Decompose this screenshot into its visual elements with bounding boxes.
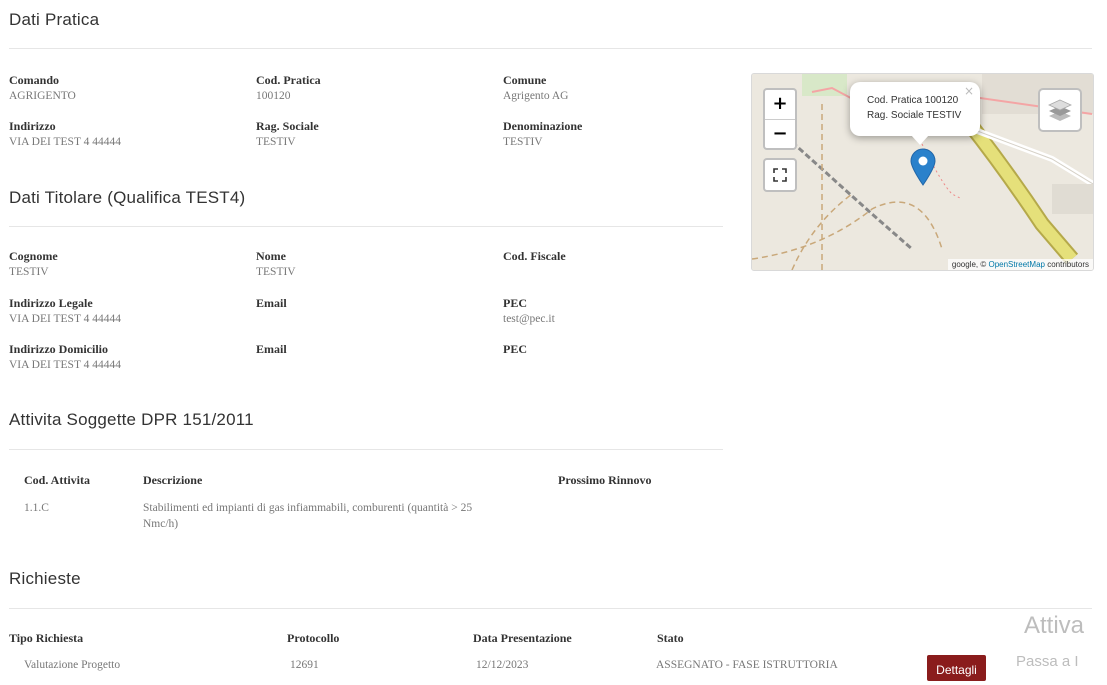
section-title-richieste: Richieste: [9, 569, 81, 588]
map-popup: × Cod. Pratica 100120 Rag. Sociale TESTI…: [850, 82, 980, 136]
layers-button[interactable]: [1038, 88, 1082, 132]
field-label: Indirizzo Legale: [9, 296, 93, 310]
field-label: Rag. Sociale: [256, 119, 319, 133]
column-header: Tipo Richiesta: [9, 631, 84, 645]
field-label: Cod. Pratica: [256, 73, 321, 87]
field-value: VIA DEI TEST 4 44444: [9, 359, 122, 371]
field-label: PEC: [503, 296, 527, 310]
section-title-dati-pratica: Dati Pratica: [9, 10, 100, 29]
field-value: test@pec.it: [503, 313, 555, 325]
popup-tip: [911, 135, 929, 145]
divider: [9, 449, 723, 450]
field-value: 100120: [256, 90, 291, 102]
field-value: Agrigento AG: [503, 90, 569, 102]
section-title-dati-titolare: Dati Titolare (Qualifica TEST4): [9, 188, 246, 207]
divider: [9, 608, 1092, 609]
cell-protocollo: 12691: [290, 659, 319, 671]
osm-link[interactable]: OpenStreetMap: [988, 260, 1044, 269]
field-label: Comando: [9, 73, 60, 87]
field-label: Cognome: [9, 249, 58, 263]
field-label: Nome: [256, 249, 286, 263]
field-value: VIA DEI TEST 4 44444: [9, 313, 122, 325]
field-label: Indirizzo Domicilio: [9, 342, 108, 356]
section-title-attivita: Attivita Soggette DPR 151/2011: [9, 410, 254, 429]
column-header: Stato: [657, 631, 684, 645]
divider: [9, 48, 1092, 49]
descrizione-line: Nmc/h): [143, 518, 179, 530]
field-label: Email: [256, 296, 287, 310]
column-header: Data Presentazione: [473, 631, 572, 645]
field-indirizzo-legale: Indirizzo Legale VIA DEI TEST 4 44444: [9, 296, 239, 327]
field-comune: Comune Agrigento AG: [503, 73, 733, 104]
zoom-in-button[interactable]: +: [765, 90, 795, 119]
fullscreen-button[interactable]: [763, 158, 797, 192]
column-header: Cod. Attivita: [24, 473, 90, 487]
field-label: PEC: [503, 342, 527, 356]
fullscreen-icon: [773, 168, 787, 182]
column-header: Prossimo Rinnovo: [558, 473, 652, 487]
field-value: TESTIV: [9, 266, 49, 278]
cell-cod-attivita: 1.1.C: [24, 502, 49, 514]
column-header: Protocollo: [287, 631, 340, 645]
field-pec: PEC test@pec.it: [503, 296, 733, 327]
field-value: TESTIV: [256, 266, 296, 278]
map-attribution: google, © OpenStreetMap contributors: [947, 259, 1093, 270]
cell-tipo-richiesta: Valutazione Progetto: [24, 659, 121, 671]
activation-watermark-title: Attiva: [1024, 612, 1085, 639]
descrizione-line: Stabilimenti ed impianti di gas infiamma…: [143, 502, 473, 514]
field-pec-domicilio: PEC: [503, 342, 733, 357]
field-nome: Nome TESTIV: [256, 249, 486, 280]
field-value: VIA DEI TEST 4 44444: [9, 136, 122, 148]
map-marker-icon[interactable]: [910, 148, 936, 186]
zoom-control: + −: [763, 88, 797, 150]
field-denominazione: Denominazione TESTIV: [503, 119, 733, 150]
field-value: TESTIV: [256, 136, 296, 148]
field-label: Cod. Fiscale: [503, 249, 566, 263]
field-cod-pratica: Cod. Pratica 100120: [256, 73, 486, 104]
field-value: AGRIGENTO: [9, 90, 76, 102]
attribution-suffix: contributors: [1047, 260, 1089, 269]
attribution-prefix: google, ©: [951, 260, 987, 269]
field-label: Denominazione: [503, 119, 583, 133]
field-label: Email: [256, 342, 287, 356]
divider: [9, 226, 723, 227]
field-value: TESTIV: [503, 136, 543, 148]
field-rag-sociale: Rag. Sociale TESTIV: [256, 119, 486, 150]
cell-data-presentazione: 12/12/2023: [476, 659, 529, 671]
location-map[interactable]: + − × Cod. Pratica 100120 Rag. Sociale T…: [751, 73, 1094, 271]
activation-watermark-subtitle: Passa a I: [1016, 653, 1079, 670]
column-header: Descrizione: [143, 473, 203, 487]
field-label: Comune: [503, 73, 547, 87]
field-label: Indirizzo: [9, 119, 56, 133]
field-cod-fiscale: Cod. Fiscale: [503, 249, 733, 264]
popup-close-button[interactable]: ×: [964, 84, 974, 99]
field-indirizzo-domicilio: Indirizzo Domicilio VIA DEI TEST 4 44444: [9, 342, 239, 373]
field-indirizzo: Indirizzo VIA DEI TEST 4 44444: [9, 119, 239, 150]
field-comando: Comando AGRIGENTO: [9, 73, 239, 104]
zoom-out-button[interactable]: −: [765, 119, 795, 148]
layers-icon: [1048, 99, 1072, 121]
dettagli-button[interactable]: Dettagli: [927, 655, 986, 681]
field-email: Email: [256, 296, 486, 311]
field-cognome: Cognome TESTIV: [9, 249, 239, 280]
cell-descrizione: Stabilimenti ed impianti di gas infiamma…: [143, 500, 543, 532]
popup-line: Rag. Sociale TESTIV: [867, 110, 962, 121]
cell-stato: ASSEGNATO - FASE ISTRUTTORIA: [656, 659, 838, 671]
field-email-domicilio: Email: [256, 342, 486, 357]
